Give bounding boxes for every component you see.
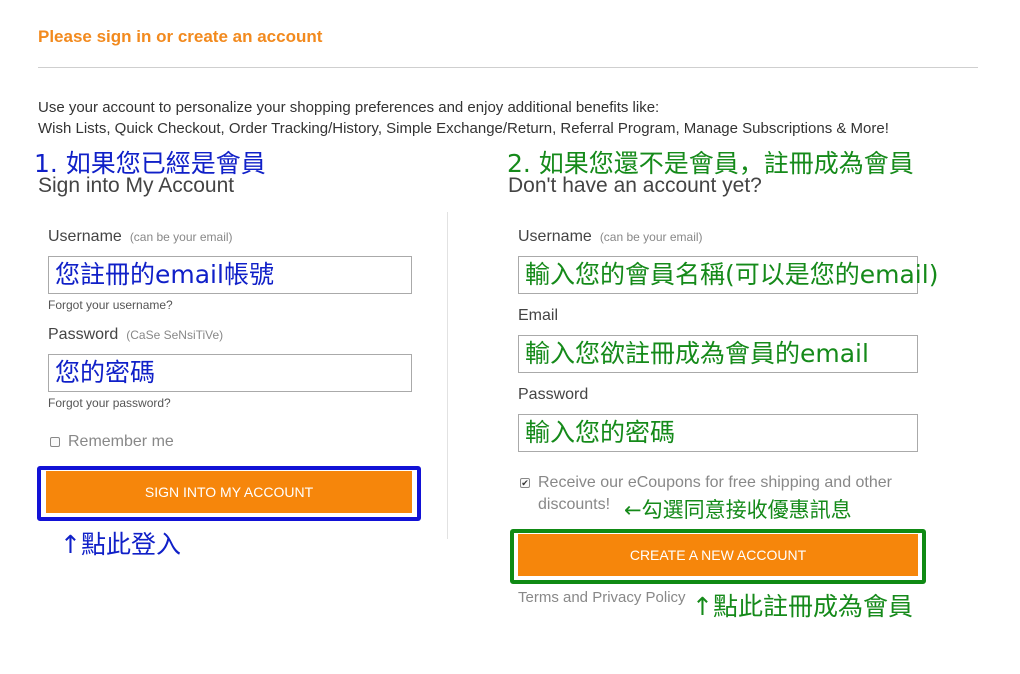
create-account-button[interactable]: CREATE A NEW ACCOUNT (518, 534, 918, 576)
signin-title: Sign into My Account (38, 174, 235, 197)
register-username-hint: (can be your email) (599, 230, 703, 244)
intro-text-line1: Use your account to personalize your sho… (38, 99, 660, 116)
signin-password-label-text: Password (48, 326, 119, 343)
register-username-input[interactable]: 輸入您的會員名稱(可以是您的email) (518, 256, 938, 294)
register-email-input[interactable]: 輸入您欲註冊成為會員的email (518, 335, 918, 373)
register-password-input[interactable]: 輸入您的密碼 (518, 414, 918, 452)
ecoupon-checkbox[interactable]: ✔ (520, 478, 530, 488)
terms-privacy-link[interactable]: Terms and Privacy Policy (518, 589, 686, 606)
column-divider (447, 212, 448, 539)
remember-me-checkbox[interactable] (50, 437, 60, 447)
signin-username-label-text: Username (48, 228, 122, 245)
ecoupon-annotation: ←勾選同意接收優惠訊息 (624, 498, 852, 522)
signin-username-label: Username (can be your email) (48, 228, 233, 246)
signin-button-annotation: ↑點此登入 (60, 530, 181, 559)
register-email-label: Email (518, 307, 559, 324)
intro-text-line2: Wish Lists, Quick Checkout, Order Tracki… (38, 120, 889, 137)
register-username-label-text: Username (518, 228, 592, 245)
forgot-username-link[interactable]: Forgot your username? (48, 298, 173, 312)
page-title: Please sign in or create an account (38, 27, 323, 46)
ecoupon-label-line1: Receive our eCoupons for free shipping a… (538, 474, 892, 491)
register-title: Don't have an account yet? (508, 174, 762, 197)
signin-button[interactable]: SIGN INTO MY ACCOUNT (46, 471, 412, 513)
signin-username-input[interactable]: 您註冊的email帳號 (48, 256, 412, 294)
register-password-label: Password (518, 386, 589, 403)
register-button-annotation: ↑點此註冊成為會員 (692, 592, 913, 621)
ecoupon-label-line2: discounts! (538, 496, 611, 513)
forgot-password-link[interactable]: Forgot your password? (48, 396, 171, 410)
remember-me-label: Remember me (68, 433, 174, 450)
register-username-label: Username (can be your email) (518, 228, 703, 246)
signin-password-label: Password (CaSe SeNsiTiVe) (48, 326, 223, 344)
signin-username-hint: (can be your email) (129, 230, 233, 244)
signin-password-input[interactable]: 您的密碼 (48, 354, 412, 392)
signin-password-hint: (CaSe SeNsiTiVe) (126, 328, 224, 342)
header-divider (38, 67, 978, 68)
